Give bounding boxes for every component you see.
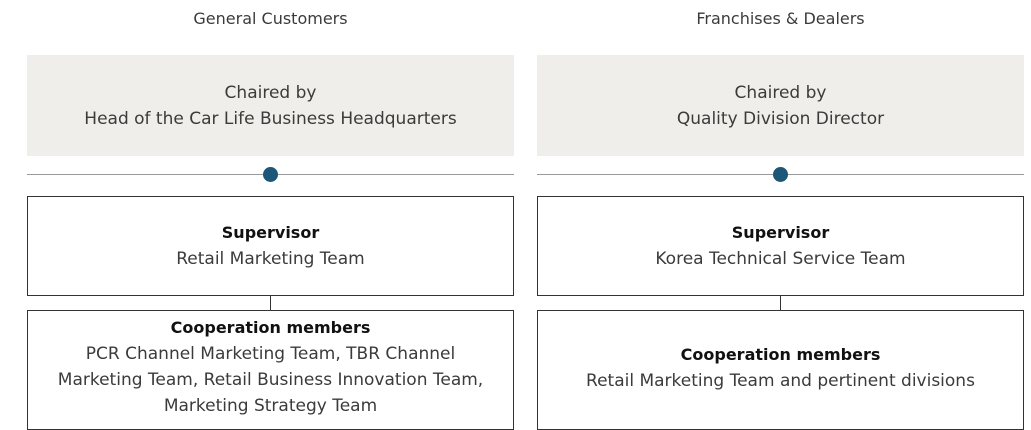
chair-name: Quality Division Director: [676, 108, 885, 129]
supervisor-label: Supervisor: [731, 223, 830, 242]
supervisor-box: Supervisor Korea Technical Service Team: [537, 196, 1024, 296]
column-franchises-dealers: Franchises & Dealers Chaired by Quality …: [537, 0, 1024, 430]
connector-dot: [773, 167, 788, 182]
supervisor-value: Retail Marketing Team: [176, 249, 365, 269]
cooperation-box: Cooperation members PCR Channel Marketin…: [27, 310, 514, 430]
connector-dot: [263, 167, 278, 182]
cooperation-label: Cooperation members: [170, 318, 371, 337]
supervisor-value: Korea Technical Service Team: [655, 249, 906, 269]
column-title: General Customers: [193, 9, 348, 28]
column-title: Franchises & Dealers: [696, 9, 865, 28]
chair-box: Chaired by Quality Division Director: [537, 55, 1024, 156]
connector-line: [270, 296, 271, 310]
chair-box: Chaired by Head of the Car Life Business…: [27, 55, 514, 156]
chair-name: Head of the Car Life Business Headquarte…: [84, 108, 457, 129]
cooperation-label: Cooperation members: [680, 345, 881, 364]
cooperation-box: Cooperation members Retail Marketing Tea…: [537, 310, 1024, 430]
cooperation-value: Retail Marketing Team and pertinent divi…: [586, 371, 975, 391]
cooperation-value: PCR Channel Marketing Team, TBR Channel …: [57, 344, 484, 416]
supervisor-label: Supervisor: [221, 223, 320, 242]
supervisor-box: Supervisor Retail Marketing Team: [27, 196, 514, 296]
chair-label: Chaired by: [734, 82, 827, 103]
chair-label: Chaired by: [224, 82, 317, 103]
connector-line: [780, 296, 781, 310]
column-general-customers: General Customers Chaired by Head of the…: [27, 0, 514, 430]
